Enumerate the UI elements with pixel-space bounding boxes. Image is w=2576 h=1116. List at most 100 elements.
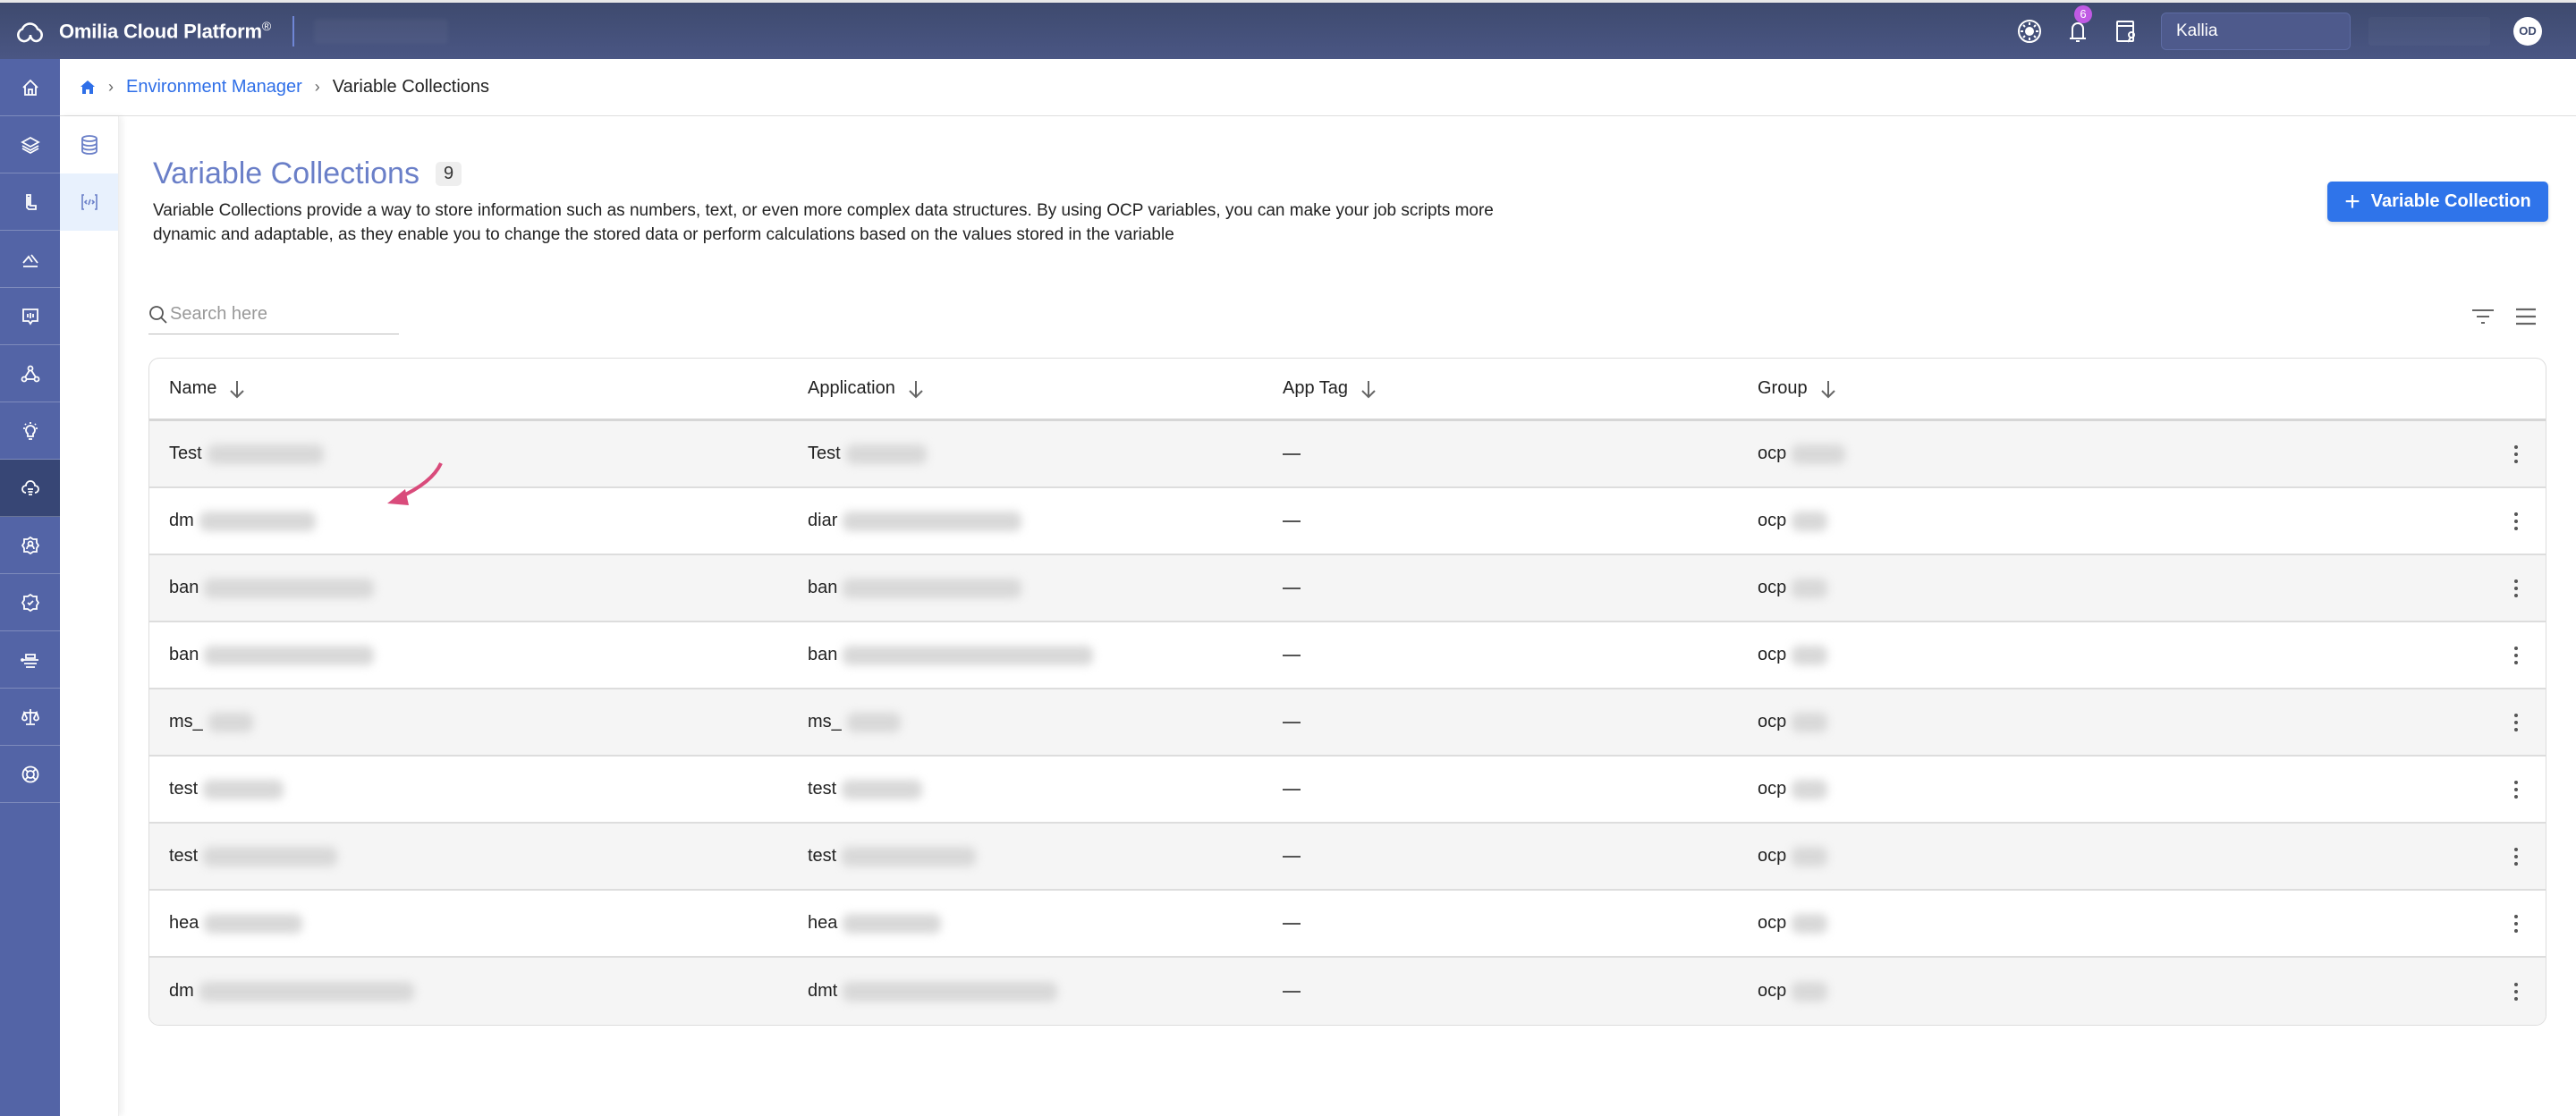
cell-application: test <box>808 779 1283 799</box>
column-header-name[interactable]: Name <box>149 378 808 399</box>
rail-item-user-settings[interactable] <box>0 517 60 574</box>
redacted-text <box>846 712 901 732</box>
more-vertical-icon <box>2514 512 2518 530</box>
cell-name[interactable]: dm <box>149 511 808 531</box>
notifications-button[interactable]: 6 <box>2064 4 2092 45</box>
table-row[interactable]: ban ban ocp <box>149 555 2546 622</box>
redacted-text <box>207 444 324 464</box>
integrations-icon <box>20 653 38 668</box>
cell-name[interactable]: ban <box>149 645 808 665</box>
table-row[interactable]: dm diar ocp <box>149 488 2546 555</box>
add-variable-collection-button[interactable]: + Variable Collection <box>2327 182 2548 222</box>
api-keys-button[interactable] <box>2113 18 2140 45</box>
rail-item-layers[interactable] <box>0 116 60 173</box>
redacted-text <box>208 712 253 732</box>
table-row[interactable]: Test Test ocp <box>149 421 2546 488</box>
brand[interactable]: Omilia Cloud Platform® <box>14 18 271 45</box>
empty-value-dash <box>1283 855 1301 858</box>
cell-application: test <box>808 846 1283 867</box>
rail-item-security[interactable] <box>0 574 60 631</box>
redacted-text <box>1792 846 1828 867</box>
rail-item-analytics[interactable] <box>0 231 60 288</box>
empty-value-dash <box>1283 654 1301 656</box>
table-row[interactable]: test test ocp <box>149 757 2546 824</box>
more-vertical-icon <box>2514 713 2518 731</box>
empty-value-dash <box>1283 520 1301 522</box>
sort-arrow-down-icon[interactable] <box>906 379 926 399</box>
rail-item-environment[interactable] <box>0 460 60 517</box>
plus-icon: + <box>2344 186 2360 216</box>
column-header-group[interactable]: Group <box>1758 378 2489 399</box>
table-body: Test Test ocp dm diar ocp ban ban ocp ban ban ocp ms… <box>149 421 2546 1025</box>
column-header-app-tag[interactable]: App Tag <box>1283 378 1758 399</box>
filter-icon[interactable] <box>2471 306 2495 329</box>
search-field[interactable] <box>148 295 399 334</box>
sort-arrow-down-icon[interactable] <box>1818 379 1838 399</box>
row-actions-button[interactable] <box>2489 847 2543 867</box>
redacted-text <box>843 511 1022 531</box>
more-vertical-icon <box>2514 982 2518 1001</box>
cell-name[interactable]: Test <box>149 444 808 464</box>
table-row[interactable]: test test ocp <box>149 824 2546 891</box>
cell-app-tag <box>1283 721 1758 723</box>
rail-item-integrations[interactable] <box>0 631 60 689</box>
lightbulb-icon <box>22 421 38 440</box>
rail-item-support[interactable] <box>0 746 60 803</box>
columns-menu-icon[interactable] <box>2514 306 2538 329</box>
column-header-application[interactable]: Application <box>808 378 1283 399</box>
rail-item-legal[interactable] <box>0 689 60 746</box>
redacted-text <box>1792 981 1828 1002</box>
redacted-area <box>313 18 448 44</box>
cell-name[interactable]: hea <box>149 913 808 934</box>
count-badge: 9 <box>435 162 462 186</box>
cell-app-tag <box>1283 520 1758 522</box>
cell-app-tag <box>1283 990 1758 993</box>
sort-arrow-down-icon[interactable] <box>1359 379 1378 399</box>
rail-item-flows[interactable] <box>0 345 60 402</box>
row-actions-button[interactable] <box>2489 512 2543 531</box>
cell-name[interactable]: test <box>149 779 808 799</box>
rail-item-home[interactable] <box>0 59 60 116</box>
rail-item-deploy[interactable] <box>0 173 60 231</box>
row-actions-button[interactable] <box>2489 914 2543 934</box>
user-avatar[interactable]: OD <box>2513 16 2542 46</box>
legal-icon <box>21 708 39 725</box>
cell-name[interactable]: ban <box>149 578 808 598</box>
row-actions-button[interactable] <box>2489 780 2543 799</box>
row-actions-button[interactable] <box>2489 713 2543 732</box>
more-vertical-icon <box>2514 780 2518 799</box>
cell-name[interactable]: test <box>149 846 808 867</box>
search-input[interactable] <box>170 304 385 325</box>
subnav-item-database[interactable] <box>60 116 118 173</box>
redacted-text <box>1792 511 1828 531</box>
empty-value-dash <box>1283 990 1301 993</box>
redacted-text <box>843 645 1094 665</box>
row-actions-button[interactable] <box>2489 444 2543 464</box>
table-row[interactable]: hea hea ocp <box>149 891 2546 958</box>
cell-group: ocp <box>1758 981 2489 1002</box>
environment-selector[interactable]: Kallia <box>2161 12 2351 50</box>
rail-item-insights[interactable] <box>0 402 60 460</box>
home-icon <box>21 79 38 96</box>
table-row[interactable]: ban ban ocp <box>149 622 2546 689</box>
cloud-logo-icon <box>17 21 43 42</box>
redacted-text <box>843 578 1022 598</box>
sort-arrow-down-icon[interactable] <box>227 379 247 399</box>
subnav-item-variables[interactable] <box>60 173 118 231</box>
table-row[interactable]: dm dmt ocp <box>149 958 2546 1025</box>
redacted-text <box>1792 444 1846 464</box>
cell-name[interactable]: dm <box>149 981 808 1002</box>
theme-toggle-button[interactable] <box>2016 18 2043 45</box>
table-row[interactable]: ms_ ms_ ocp <box>149 689 2546 757</box>
row-actions-button[interactable] <box>2489 646 2543 665</box>
rail-item-monitor[interactable] <box>0 288 60 345</box>
breadcrumb-environment-manager[interactable]: Environment Manager <box>126 77 302 97</box>
home-breadcrumb-icon[interactable] <box>80 80 96 96</box>
monitor-icon <box>21 308 38 326</box>
variables-icon <box>80 194 97 210</box>
row-actions-button[interactable] <box>2489 982 2543 1002</box>
sub-sidebar <box>60 116 119 1116</box>
row-actions-button[interactable] <box>2489 579 2543 598</box>
cell-name[interactable]: ms_ <box>149 712 808 732</box>
support-icon <box>21 765 38 782</box>
